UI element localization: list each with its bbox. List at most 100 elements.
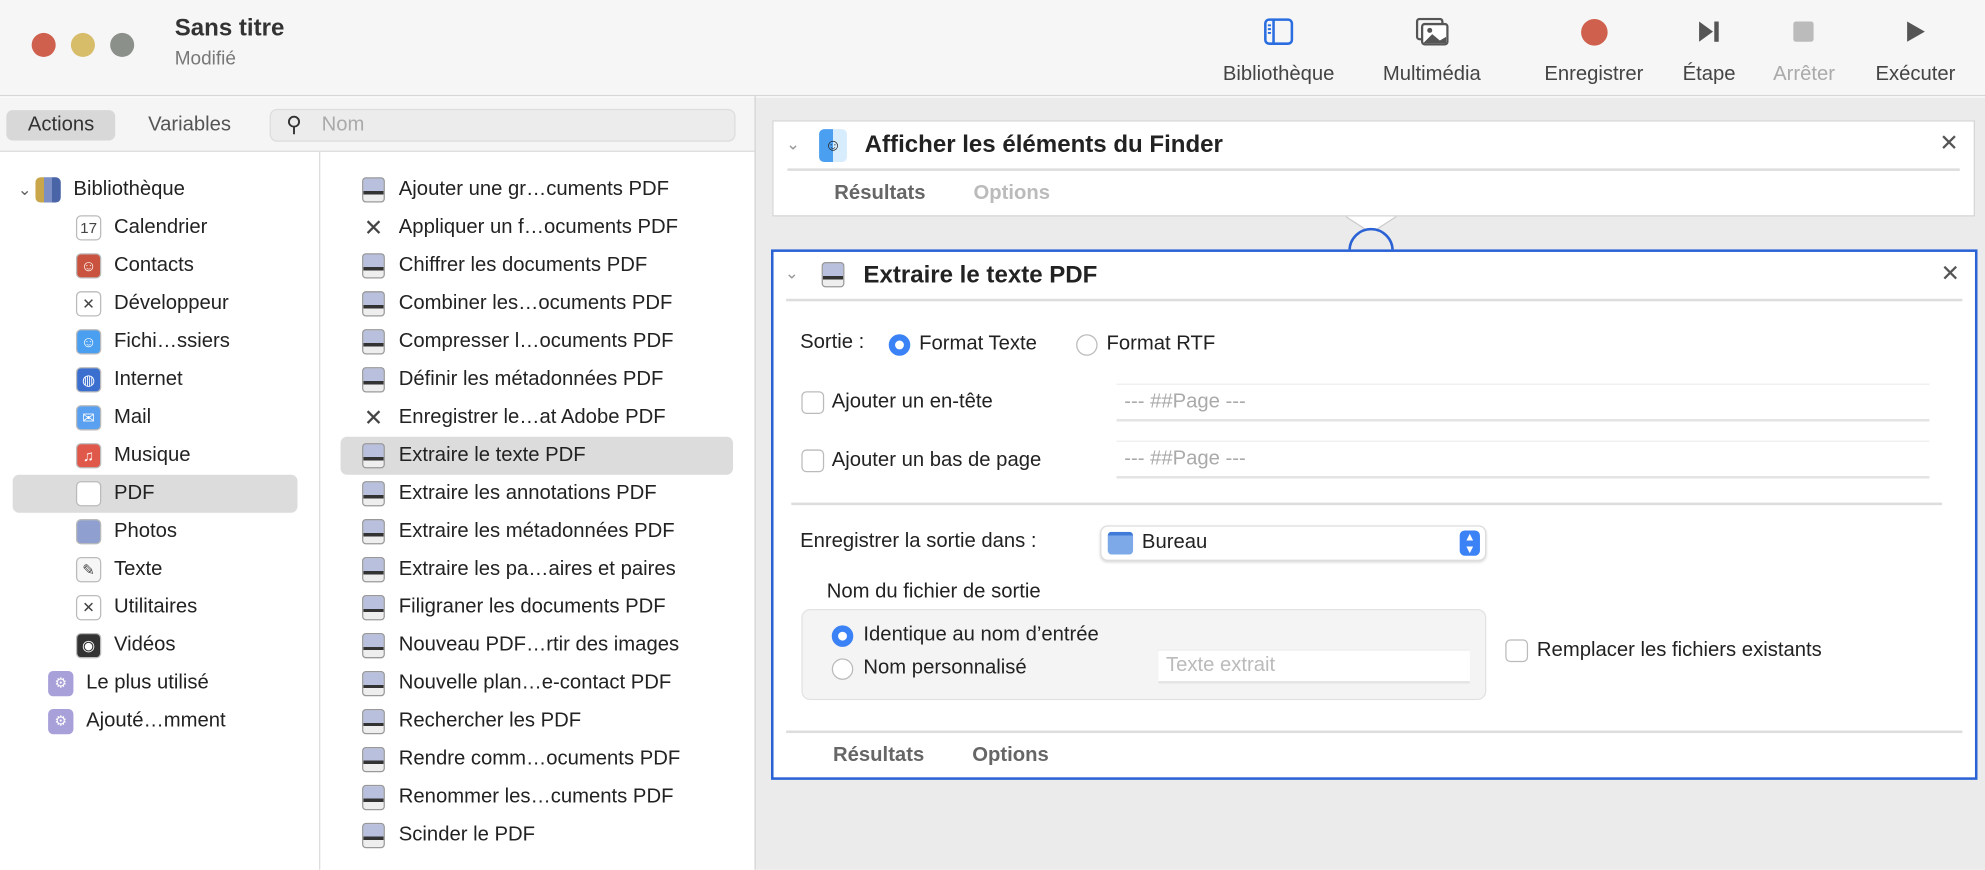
search-icon: ⚲ [286, 112, 302, 137]
action-list-item[interactable]: Renommer les…cuments PDF [341, 779, 733, 817]
pdf-action-icon [821, 262, 845, 288]
action-list-item[interactable]: Extraire les métadonnées PDF [341, 513, 733, 551]
minimize-window-button[interactable] [70, 32, 95, 57]
pdf-action-icon [361, 708, 386, 735]
sidebar-item-smart-group[interactable]: ⚙ Ajouté…mment [13, 703, 298, 741]
stop-button[interactable]: Arrêter [1773, 13, 1835, 86]
replace-label[interactable]: Remplacer les fichiers existants [1537, 639, 1822, 662]
divider [791, 502, 1943, 506]
pdf-action-icon [361, 822, 386, 849]
chevron-down-icon[interactable]: ⌄ [13, 171, 36, 209]
sidebar-item-photos[interactable]: Photos [13, 513, 298, 551]
tab-actions[interactable]: Actions [6, 110, 116, 141]
tab-options[interactable]: Options [972, 744, 1049, 767]
media-button[interactable]: Multimédia [1383, 13, 1481, 86]
action-list-item[interactable]: Extraire le texte PDF [340, 436, 734, 475]
step-icon [1683, 13, 1736, 51]
header-label[interactable]: Ajouter un en-tête [832, 391, 993, 414]
action-list: Ajouter une gr…cuments PDF ✕ Appliquer un … [340, 171, 734, 855]
pdf-action-icon [361, 595, 386, 621]
radio-format-text[interactable] [888, 334, 911, 356]
format-text-label[interactable]: Format Texte [919, 333, 1037, 356]
action-list-item[interactable]: Ajouter une gr…cuments PDF [341, 171, 733, 209]
stepper-icon: ▲ ▼ [1459, 530, 1480, 556]
action-list-item[interactable]: Nouvelle plan…e-contact PDF [341, 665, 733, 703]
action-list-item[interactable]: Scinder le PDF [341, 817, 733, 855]
action-list-item[interactable]: Filigraner les documents PDF [341, 589, 733, 627]
radio-custom-name[interactable] [831, 658, 854, 680]
close-icon[interactable]: ✕ [1939, 130, 1958, 157]
chevron-down-icon[interactable]: ⌄ [786, 134, 800, 154]
action-list-item[interactable]: ✕ Appliquer un f…ocuments PDF [341, 209, 733, 247]
tab-results[interactable]: Résultats [834, 182, 925, 205]
action-list-item[interactable]: Rendre comm…ocuments PDF [341, 741, 733, 779]
action-list-item[interactable]: Nouveau PDF…rtir des images [341, 627, 733, 665]
sidebar-item-vidos[interactable]: ◉ Vidéos [13, 627, 298, 665]
zoom-window-button[interactable] [110, 32, 135, 57]
replace-checkbox[interactable] [1505, 639, 1529, 663]
pdf-action-icon [361, 443, 386, 469]
sidebar-item-fichissiers[interactable]: ☺ Fichi…ssiers [13, 323, 298, 361]
connector [1345, 215, 1397, 251]
stop-icon [1773, 13, 1835, 51]
tab-variables[interactable]: Variables [127, 110, 253, 140]
photos-icon [1383, 13, 1481, 51]
action-list-item[interactable]: Chiffrer les documents PDF [341, 247, 733, 285]
run-button[interactable]: Exécuter [1875, 13, 1955, 86]
action-list-item[interactable]: Définir les métadonnées PDF [341, 361, 733, 399]
step-button[interactable]: Étape [1683, 13, 1736, 86]
action-card-extract-pdf-text: ⌄ Extraire le texte PDF ✕ Sortie : Forma… [770, 249, 1978, 780]
action-list-item[interactable]: ✕ Enregistrer le…at Adobe PDF [341, 399, 733, 437]
footer-label[interactable]: Ajouter un bas de page [832, 449, 1041, 472]
custom-name-field[interactable]: Texte extrait [1158, 649, 1470, 684]
sidebar-item-calendrier[interactable]: 17 Calendrier [13, 209, 298, 247]
close-icon[interactable]: ✕ [1941, 261, 1960, 288]
action-list-item[interactable]: Compresser l…ocuments PDF [341, 323, 733, 361]
sidebar-item-pdf[interactable]: PDF [12, 474, 298, 513]
title-bar: Sans titre Modifié Bibliothèque Multiméd… [0, 0, 1985, 97]
sidebar-icon [1223, 13, 1335, 51]
sidebar-item-library[interactable]: ⌄ Bibliothèque [13, 171, 298, 209]
library-icon [35, 177, 61, 203]
header-field[interactable]: --- ##Page --- [1116, 383, 1930, 422]
footer-checkbox[interactable] [801, 449, 825, 473]
save-location-select[interactable]: Bureau ▲ ▼ [1100, 525, 1487, 561]
header-checkbox[interactable] [801, 391, 825, 414]
smart-folder-icon: ⚙ [48, 670, 74, 697]
action-list-item[interactable]: Rechercher les PDF [341, 703, 733, 741]
videos-icon: ◉ [75, 633, 102, 659]
pdf-action-icon [361, 519, 386, 545]
tab-options[interactable]: Options [974, 182, 1051, 205]
category-list: ⌄ Bibliothèque 17 Calendrier ☺ Contacts ✕ Dév… [12, 171, 298, 741]
contacts-icon: ☺ [75, 253, 102, 279]
pdf-action-icon [361, 670, 386, 697]
action-list-item[interactable]: Extraire les annotations PDF [341, 475, 733, 513]
filename-group: Identique au nom d’entrée Nom personnali… [801, 608, 1487, 701]
chevron-down-icon[interactable]: ⌄ [785, 263, 799, 283]
sidebar-item-utilitaires[interactable]: ✕ Utilitaires [13, 589, 298, 627]
footer-field[interactable]: --- ##Page --- [1116, 440, 1930, 479]
library-button[interactable]: Bibliothèque [1223, 13, 1335, 86]
record-button[interactable]: Enregistrer [1544, 13, 1643, 86]
search-input[interactable]: ⚲ Nom [269, 108, 736, 142]
sidebar-item-mail[interactable]: ✉ Mail [13, 399, 298, 437]
sidebar-item-dveloppeur[interactable]: ✕ Développeur [13, 285, 298, 323]
radio-same-name[interactable] [831, 625, 854, 647]
same-name-label[interactable]: Identique au nom d’entrée [863, 624, 1098, 647]
finder-icon: ☺ [75, 329, 102, 355]
radio-format-rtf[interactable] [1076, 334, 1098, 356]
folder-icon [1107, 531, 1134, 555]
tab-results[interactable]: Résultats [833, 744, 924, 767]
sidebar-item-musique[interactable]: ♫ Musique [13, 437, 298, 475]
action-list-item[interactable]: Extraire les pa…aires et paires [341, 551, 733, 589]
sidebar-item-texte[interactable]: ✎ Texte [13, 551, 298, 589]
action-list-item[interactable]: Combiner les…ocuments PDF [341, 285, 733, 323]
close-window-button[interactable] [31, 32, 56, 57]
custom-name-label[interactable]: Nom personnalisé [863, 657, 1026, 680]
format-rtf-label[interactable]: Format RTF [1106, 333, 1215, 356]
sidebar-item-contacts[interactable]: ☺ Contacts [13, 247, 298, 285]
sidebar-item-internet[interactable]: ◍ Internet [13, 361, 298, 399]
tools-icon: ✕ [363, 405, 384, 431]
column-divider [319, 151, 321, 870]
sidebar-item-smart-group[interactable]: ⚙ Le plus utilisé [13, 665, 298, 703]
